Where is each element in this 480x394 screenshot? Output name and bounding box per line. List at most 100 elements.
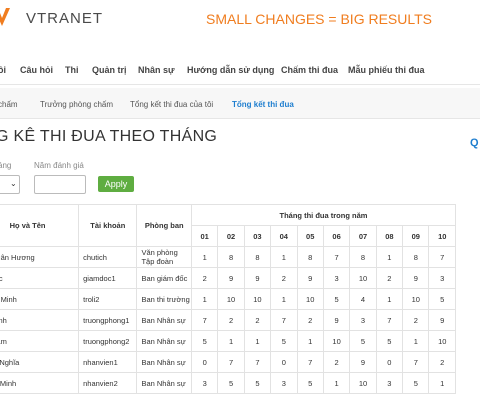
cell-score: 9 [322,309,351,331]
cell-score: 2 [190,267,219,289]
cell-score: 5 [428,288,456,310]
cell-score: 1 [402,330,430,352]
cell-dept: Ban Nhân sự [136,309,192,331]
cell-score: 9 [402,267,430,289]
search-icon[interactable]: Q [470,137,479,149]
cell-score: 1 [322,372,351,394]
cell-score: 1 [243,330,272,352]
nav-item-admin[interactable]: Quản trị [92,65,127,75]
cell-dept: Văn phòng Tập đoàn [136,246,192,268]
cell-score: 2 [270,267,298,289]
cell-score: 7 [243,351,272,373]
cell-score: 2 [243,309,272,331]
month-header: 10 [428,225,456,247]
cell-score: 0 [190,351,219,373]
cell-score: 10 [296,288,324,310]
cell-score: 5 [243,372,272,394]
subnav-item-manager-scoring[interactable]: Trưởng phòng chấm [40,100,113,109]
nav-item-forms[interactable]: Mẫu phiếu thi đua [348,65,425,75]
table-body: ần Xuân HươngchutichVăn phòng Tập đoàn18… [0,246,456,394]
cell-score: 5 [375,330,404,352]
nav-item-guide[interactable]: Hướng dẫn sử dụng [187,65,274,75]
cell-score: 1 [375,246,404,268]
cell-score: 5 [322,288,351,310]
table-row: Minh Nghĩanhanvien1Ban Nhân sự0770729072 [0,351,456,373]
month-header: 07 [349,225,377,247]
month-header: 02 [217,225,245,247]
slogan: SMALL CHANGES = BIG RESULTS [206,11,433,27]
table-row: Ngọc Minhtroli2Ban thi trường11010110541… [0,288,456,310]
cell-account: nhanvien1 [78,351,138,373]
cell-score: 1 [428,372,456,394]
cell-score: 1 [190,288,219,310]
year-input[interactable] [34,175,86,194]
nav-item-questions[interactable]: Câu hỏi [20,65,53,75]
cell-name: ì Ngọc [0,267,80,289]
nav-item-exam[interactable]: Thi [65,65,79,75]
cell-score: 2 [402,309,430,331]
month-header: 01 [190,225,219,247]
cell-score: 3 [190,372,219,394]
cell-name: Ngọc Minh [0,288,80,310]
main-nav: ồi Câu hỏi Thi Quản trị Nhân sự Hướng dẫ… [0,56,480,85]
cell-score: 1 [296,330,324,352]
cell-score: 8 [402,246,430,268]
col-header-months: Tháng thi đua trong năm [190,204,457,226]
cell-score: 0 [375,351,404,373]
cell-name: ần Xuân Hương [0,246,80,268]
cell-dept: Ban Nhân sự [136,330,192,352]
cell-score: 2 [296,309,324,331]
cell-score: 7 [402,351,430,373]
nav-item-scoring[interactable]: Chấm thi đua [281,65,338,75]
cell-score: 10 [243,288,272,310]
cell-score: 1 [270,288,298,310]
cell-score: 9 [243,267,272,289]
month-header: 08 [375,225,404,247]
chevron-down-icon: ⌄ [10,179,17,188]
cell-name: Minh Nghĩa [0,351,80,373]
cell-score: 9 [296,267,324,289]
cell-score: 10 [322,330,351,352]
cell-score: 7 [270,309,298,331]
cell-score: 4 [349,288,377,310]
cell-score: 8 [217,246,245,268]
table-row: ọc Namtruongphong2Ban Nhân sự51151105511… [0,330,456,352]
summary-table: Họ và Tên Tài khoản Phòng ban Tháng thi … [0,204,457,394]
cell-score: 2 [322,351,351,373]
cell-score: 5 [217,372,245,394]
cell-score: 1 [270,246,298,268]
apply-button[interactable]: Apply [98,176,134,192]
cell-score: 5 [270,330,298,352]
month-header: 04 [270,225,298,247]
sub-nav: chấm Trưởng phòng chấm Tổng kết thi đua … [0,88,480,119]
table-row: Tuấn Minhnhanvien2Ban Nhân sự35535110351 [0,372,456,394]
month-header: 03 [243,225,272,247]
cell-dept: Ban thi trường [136,288,192,310]
col-header-dept: Phòng ban [136,204,192,247]
cell-name: ọc Nam [0,330,80,352]
cell-account: chutich [78,246,138,268]
logo-icon [0,8,10,26]
nav-item-home[interactable]: ồi [0,65,6,75]
subnav-item-summary[interactable]: Tổng kết thi đua [232,100,294,109]
cell-score: 10 [428,330,456,352]
cell-account: giamdoc1 [78,267,138,289]
nav-item-hr[interactable]: Nhân sự [138,65,175,75]
page-title: G KÊ THI ĐUA THEO THÁNG [0,128,218,145]
cell-score: 5 [190,330,219,352]
month-header: 06 [322,225,351,247]
cell-score: 8 [349,246,377,268]
month-select[interactable]: ⌄ [0,175,20,194]
cell-score: 7 [190,309,219,331]
cell-score: 5 [349,330,377,352]
cell-score: 9 [217,267,245,289]
cell-account: troli2 [78,288,138,310]
cell-score: 10 [349,267,377,289]
cell-dept: Ban Nhân sự [136,372,192,394]
cell-score: 8 [243,246,272,268]
cell-account: truongphong1 [78,309,138,331]
subnav-item-my-summary[interactable]: Tổng kết thi đua của tôi [130,100,213,109]
cell-score: 5 [402,372,430,394]
subnav-item-scoring[interactable]: chấm [0,100,18,109]
table-row: ì Ngọcgiamdoc1Ban giám đốc29929310293 [0,267,456,289]
